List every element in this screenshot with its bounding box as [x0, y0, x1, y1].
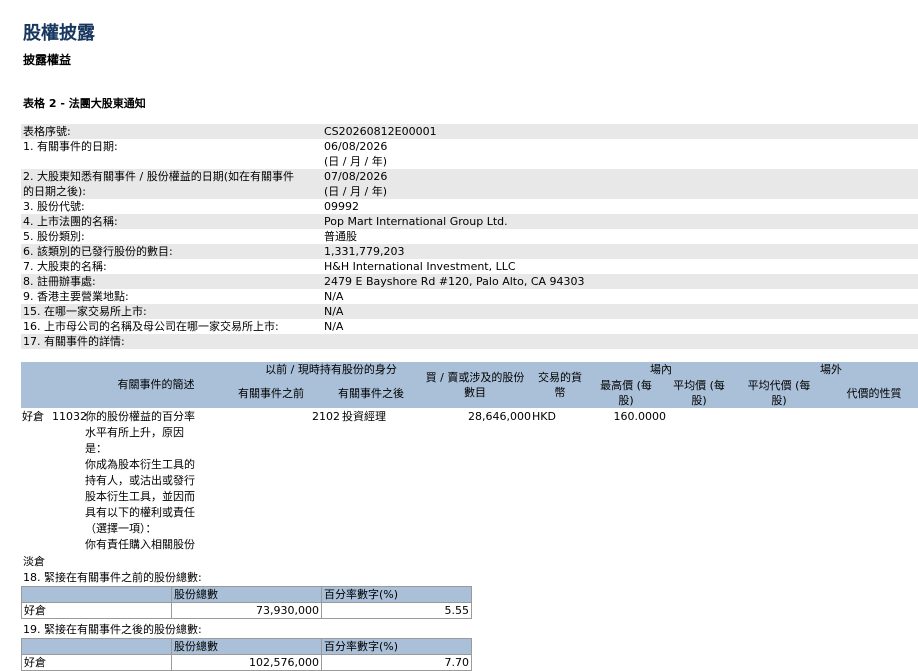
row-value-format: (日 / 月 / 年) — [324, 185, 387, 198]
col-capacity-group: 以前 / 現時持有股份的身分 — [265, 363, 397, 376]
s19-shares: 102,576,000 — [171, 654, 322, 671]
col-after: 有關事件之後 — [338, 387, 404, 400]
col-before: 有關事件之前 — [238, 387, 304, 400]
s19-table: 股份總數 百分率數字(%) 好倉 102,576,000 7.70 — [21, 638, 472, 671]
s19-pct: 7.70 — [321, 654, 472, 671]
s19-label: 19. 緊接在有關事件之後的股份總數: — [23, 623, 202, 636]
row-value: 07/08/2026 — [324, 170, 388, 183]
row-registered-office: 8. 註冊辦事處: 2479 E Bayshore Rd #120, Palo … — [21, 274, 918, 289]
row-value: 2479 E Bayshore Rd #120, Palo Alto, CA 9… — [324, 275, 585, 288]
detail-row: 好倉 11032 你的股份權益的百分率 水平有所上升，原因 是： 你成為股本衍生… — [21, 409, 918, 553]
s18-pct: 5.55 — [321, 602, 472, 619]
row-stock-code: 3. 股份代號: 09992 — [21, 199, 918, 214]
col-currency: 交易的貨 幣 — [538, 371, 582, 399]
row-share-class: 5. 股份類別: 普通股 — [21, 229, 918, 244]
col-event-code: 有關事件的簡述 — [117, 378, 195, 391]
col-high-price: 最高價 (每 股) — [600, 379, 652, 407]
row-label: 4. 上市法團的名稱: — [23, 215, 118, 228]
row-value: N/A — [324, 320, 344, 333]
short-position-label: 淡倉 — [23, 555, 45, 568]
s19-col-shares: 股份總數 — [171, 638, 322, 655]
capacity-label: 投資經理 — [342, 410, 386, 423]
event-description: 你的股份權益的百分率 水平有所上升，原因 是： 你成為股本衍生工具的 持有人，或… — [85, 410, 195, 551]
s19-position: 好倉 — [21, 654, 172, 671]
col-avg-consideration: 平均代價 (每 股) — [747, 379, 811, 407]
row-listed-exchange: 15. 在哪一家交易所上市: N/A — [21, 304, 918, 319]
row-label: 3. 股份代號: — [23, 200, 85, 213]
row-label: 6. 該類別的已發行股份的數目: — [23, 245, 173, 258]
capacity-code: 2102 — [312, 410, 340, 423]
row-form-serial: 表格序號: CS20260812E00001 — [21, 124, 918, 139]
position-type: 好倉 — [22, 410, 44, 423]
row-label: 1. 有關事件的日期: — [23, 140, 118, 153]
row-event-details: 17. 有關事件的詳情: — [21, 334, 918, 349]
row-value: CS20260812E00001 — [324, 125, 437, 138]
row-label: 2. 大股東知悉有關事件 / 股份權益的日期(如在有關事件 — [23, 170, 294, 183]
row-value: N/A — [324, 305, 344, 318]
col-on-exchange: 場內 — [650, 363, 672, 376]
row-corp-name: 4. 上市法團的名稱: Pop Mart International Group… — [21, 214, 918, 229]
col-consideration-nature: 代價的性質 — [846, 387, 902, 400]
row-value — [324, 334, 918, 349]
col-off-exchange: 場外 — [820, 363, 842, 376]
s18-label: 18. 緊接在有關事件之前的股份總數: — [23, 571, 202, 584]
row-label-cont: 的日期之後): — [23, 185, 86, 198]
s18-shares: 73,930,000 — [171, 602, 322, 619]
s18-col-pct: 百分率數字(%) — [321, 586, 472, 603]
page-subtitle: 披露權益 — [23, 53, 72, 67]
row-value: 1,331,779,203 — [324, 245, 405, 258]
s19-col-pct: 百分率數字(%) — [321, 638, 472, 655]
shares-involved: 28,646,000 — [468, 410, 531, 423]
row-label: 16. 上市母公司的名稱及母公司在哪一家交易所上市: — [23, 320, 279, 333]
row-label: 8. 註冊辦事處: — [23, 275, 96, 288]
row-label: 15. 在哪一家交易所上市: — [23, 305, 147, 318]
row-value: 06/08/2026 — [324, 140, 388, 153]
row-shareholder-name: 7. 大股東的名稱: H&H International Investment,… — [21, 259, 918, 274]
row-value-format: (日 / 月 / 年) — [324, 155, 387, 168]
row-event-date: 1. 有關事件的日期: 06/08/2026 (日 / 月 / 年) — [21, 139, 918, 169]
row-value: H&H International Investment, LLC — [324, 260, 516, 273]
detail-table-header: 有關事件的簡述 以前 / 現時持有股份的身分 有關事件之前 有關事件之後 買 /… — [21, 362, 918, 408]
highest-price: 160.0000 — [613, 410, 667, 423]
row-aware-date: 2. 大股東知悉有關事件 / 股份權益的日期(如在有關事件 的日期之後): 07… — [21, 169, 918, 199]
event-code: 11032 — [52, 410, 87, 423]
col-shares: 買 / 賣或涉及的股份 數目 — [425, 371, 525, 399]
row-value: N/A — [324, 290, 344, 303]
row-value: 普通股 — [324, 230, 357, 243]
s18-table: 股份總數 百分率數字(%) 好倉 73,930,000 5.55 — [21, 586, 472, 619]
currency: HKD — [532, 410, 556, 423]
col-avg-price: 平均價 (每 股) — [673, 379, 725, 407]
row-parent-listed: 16. 上市母公司的名稱及母公司在哪一家交易所上市: N/A — [21, 319, 918, 334]
row-value: 09992 — [324, 200, 359, 213]
row-label: 表格序號: — [23, 125, 71, 138]
page-title: 股權披露 — [23, 23, 95, 44]
row-hk-business: 9. 香港主要營業地點: N/A — [21, 289, 918, 304]
s18-col-shares: 股份總數 — [171, 586, 322, 603]
row-label: 17. 有關事件的詳情: — [23, 335, 125, 348]
s18-position: 好倉 — [21, 602, 172, 619]
row-value: Pop Mart International Group Ltd. — [324, 215, 508, 228]
info-rows: 表格序號: CS20260812E00001 1. 有關事件的日期: 06/08… — [21, 124, 918, 349]
row-label: 7. 大股東的名稱: — [23, 260, 107, 273]
row-issued-shares: 6. 該類別的已發行股份的數目: 1,331,779,203 — [21, 244, 918, 259]
row-label: 9. 香港主要營業地點: — [23, 290, 129, 303]
form-title: 表格 2 - 法團大股東通知 — [23, 97, 146, 110]
row-label: 5. 股份類別: — [23, 230, 85, 243]
